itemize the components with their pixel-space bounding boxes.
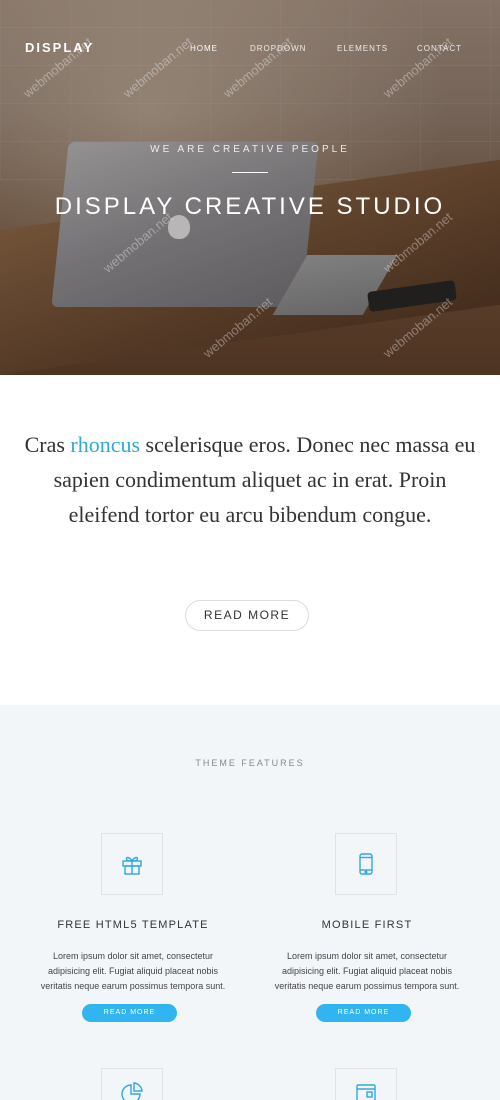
top-navigation: DISPLAY HOME DROPDOWN ELEMENTS CONTACT [0, 0, 500, 95]
feature-card: MOBILE FIRST Lorem ipsum dolor sit amet,… [242, 833, 492, 1073]
feature-card: FREE HTML5 TEMPLATE Lorem ipsum dolor si… [8, 833, 258, 1073]
pie-chart-icon [121, 1082, 143, 1100]
feature-title: MOBILE FIRST [321, 919, 413, 931]
intro-section: Cras rhoncus scelerisque eros. Donec nec… [0, 375, 500, 705]
features-heading: THEME FEATURES [195, 758, 305, 768]
feature-read-more-button[interactable]: READ MORE [82, 1004, 177, 1022]
hero-section: webmoban.net webmoban.net webmoban.net w… [0, 0, 500, 375]
browser-window-icon [356, 1084, 376, 1100]
nav-item-home[interactable]: HOME [190, 44, 250, 53]
brand-logo[interactable]: DISPLAY [25, 40, 94, 55]
mobile-phone-icon [359, 853, 373, 875]
feature-icon-box [101, 833, 163, 895]
intro-paragraph: Cras rhoncus scelerisque eros. Donec nec… [20, 427, 480, 532]
feature-read-more-button[interactable]: READ MORE [316, 1004, 411, 1022]
hero-title: DISPLAY CREATIVE STUDIO [54, 193, 446, 220]
hero-divider [232, 172, 268, 173]
nav-menu: HOME DROPDOWN ELEMENTS CONTACT [190, 44, 467, 53]
feature-description: Lorem ipsum dolor sit amet, consectetur … [40, 951, 226, 991]
hero-tagline: WE ARE CREATIVE PEOPLE [150, 144, 350, 155]
feature-description: Lorem ipsum dolor sit amet, consectetur … [274, 951, 460, 991]
nav-item-contact[interactable]: CONTACT [417, 44, 467, 53]
nav-item-elements[interactable]: ELEMENTS [337, 44, 417, 53]
read-more-button[interactable]: READ MORE [185, 600, 309, 631]
feature-icon-box [101, 1068, 163, 1100]
feature-title: FREE HTML5 TEMPLATE [57, 919, 209, 931]
intro-accent-word: rhoncus [70, 432, 141, 457]
feature-icon-box [335, 1068, 397, 1100]
features-section: THEME FEATURES FREE HTML5 TEMPLATE Lorem… [0, 705, 500, 1100]
feature-icon-box [335, 833, 397, 895]
intro-text-start: Cras [24, 432, 71, 457]
gift-icon [122, 856, 142, 875]
nav-item-dropdown[interactable]: DROPDOWN [250, 44, 337, 53]
